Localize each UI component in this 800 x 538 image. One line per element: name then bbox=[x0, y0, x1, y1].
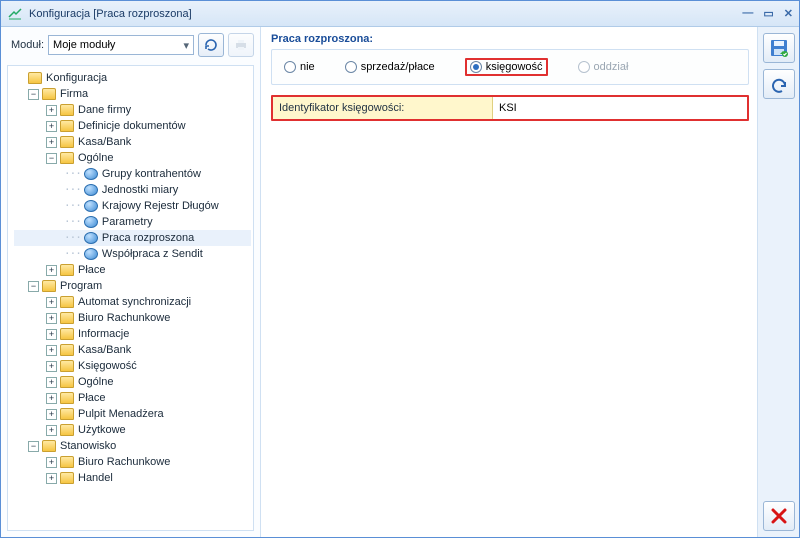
cancel-button[interactable] bbox=[763, 501, 795, 531]
undo-button[interactable] bbox=[763, 69, 795, 99]
tree-root[interactable]: Konfiguracja bbox=[14, 70, 251, 86]
group-title: Praca rozproszona: bbox=[271, 33, 749, 45]
radio-oddzial: oddział bbox=[578, 61, 629, 73]
tree-leaf[interactable]: ···Parametry bbox=[14, 214, 251, 230]
tree-item[interactable]: +Handel bbox=[14, 470, 251, 486]
module-select[interactable]: Moje moduły bbox=[48, 35, 194, 55]
tree-item[interactable]: +Płace bbox=[14, 390, 251, 406]
tree-leaf-selected[interactable]: ···Praca rozproszona bbox=[14, 230, 251, 246]
tree-item[interactable]: +Biuro Rachunkowe bbox=[14, 310, 251, 326]
save-button[interactable] bbox=[763, 33, 795, 63]
tree-leaf[interactable]: ···Krajowy Rejestr Długów bbox=[14, 198, 251, 214]
tree-firma[interactable]: −Firma bbox=[14, 86, 251, 102]
window-controls: — ▭ ✕ bbox=[742, 7, 793, 20]
tree-item[interactable]: +Kasa/Bank bbox=[14, 134, 251, 150]
module-label: Moduł: bbox=[11, 39, 44, 51]
minimize-button[interactable]: — bbox=[742, 7, 753, 20]
tree-item[interactable]: +Księgowość bbox=[14, 358, 251, 374]
identifier-input[interactable] bbox=[493, 97, 747, 119]
refresh-button[interactable] bbox=[198, 33, 224, 57]
identifier-label: Identyfikator księgowości: bbox=[273, 97, 493, 119]
tree-item[interactable]: +Definicje dokumentów bbox=[14, 118, 251, 134]
right-sidebar bbox=[757, 27, 799, 537]
tree-leaf[interactable]: ···Współpraca z Sendit bbox=[14, 246, 251, 262]
tree-program[interactable]: −Program bbox=[14, 278, 251, 294]
tree-item[interactable]: +Użytkowe bbox=[14, 422, 251, 438]
radio-ksiegowosc[interactable]: księgowość bbox=[470, 61, 543, 73]
content-panel: Praca rozproszona: nie sprzedaż/płace ks… bbox=[261, 27, 757, 537]
config-window: Konfiguracja [Praca rozproszona] — ▭ ✕ M… bbox=[0, 0, 800, 538]
tree-leaf[interactable]: ···Jednostki miary bbox=[14, 182, 251, 198]
tree-item[interactable]: +Automat synchronizacji bbox=[14, 294, 251, 310]
titlebar: Konfiguracja [Praca rozproszona] — ▭ ✕ bbox=[1, 1, 799, 27]
tree-ogolne[interactable]: −Ogólne bbox=[14, 150, 251, 166]
identifier-row: Identyfikator księgowości: bbox=[271, 95, 749, 121]
config-tree[interactable]: Konfiguracja −Firma +Dane firmy +Definic… bbox=[7, 65, 254, 531]
tree-item[interactable]: +Ogólne bbox=[14, 374, 251, 390]
maximize-button[interactable]: ▭ bbox=[763, 7, 773, 20]
tree-item[interactable]: +Kasa/Bank bbox=[14, 342, 251, 358]
radio-sprzedaz-place[interactable]: sprzedaż/płace bbox=[345, 61, 435, 73]
radio-nie[interactable]: nie bbox=[284, 61, 315, 73]
app-icon bbox=[7, 6, 23, 22]
tree-item[interactable]: +Informacje bbox=[14, 326, 251, 342]
close-button[interactable]: ✕ bbox=[784, 7, 793, 20]
tree-item[interactable]: +Dane firmy bbox=[14, 102, 251, 118]
print-button[interactable] bbox=[228, 33, 254, 57]
tree-stanowisko[interactable]: −Stanowisko bbox=[14, 438, 251, 454]
left-pane: Moduł: Moje moduły Konfiguracja −Firma +… bbox=[1, 27, 261, 537]
radio-group: nie sprzedaż/płace księgowość oddział bbox=[271, 49, 749, 85]
module-row: Moduł: Moje moduły bbox=[1, 27, 260, 63]
window-title: Konfiguracja [Praca rozproszona] bbox=[29, 8, 742, 20]
tree-item[interactable]: +Płace bbox=[14, 262, 251, 278]
highlight-box: księgowość bbox=[465, 58, 548, 76]
tree-item[interactable]: +Biuro Rachunkowe bbox=[14, 454, 251, 470]
tree-item[interactable]: +Pulpit Menadżera bbox=[14, 406, 251, 422]
tree-leaf[interactable]: ···Grupy kontrahentów bbox=[14, 166, 251, 182]
